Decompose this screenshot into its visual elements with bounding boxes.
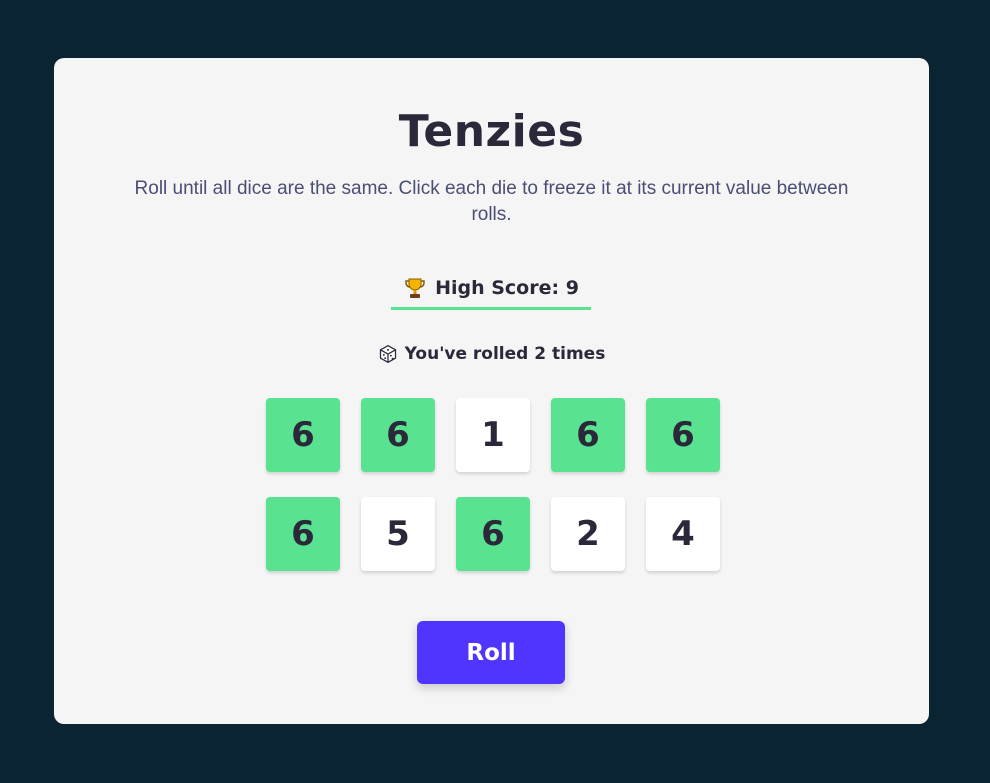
trophy-icon xyxy=(405,278,425,298)
dice-grid: 6 6 1 6 6 6 5 6 2 4 xyxy=(266,398,720,571)
die-10[interactable]: 4 xyxy=(646,497,720,571)
die-7[interactable]: 5 xyxy=(361,497,435,571)
game-card: Tenzies Roll until all dice are the same… xyxy=(54,58,929,724)
die-2[interactable]: 6 xyxy=(361,398,435,472)
instructions-text: Roll until all dice are the same. Click … xyxy=(134,178,849,225)
roll-count: You've rolled 2 times xyxy=(54,344,929,364)
roll-button[interactable]: Roll xyxy=(417,621,565,684)
die-5[interactable]: 6 xyxy=(646,398,720,472)
die-4[interactable]: 6 xyxy=(551,398,625,472)
dice-icon xyxy=(379,345,396,363)
die-1[interactable]: 6 xyxy=(266,398,340,472)
high-score-label: High Score: 9 xyxy=(435,276,579,299)
die-6[interactable]: 6 xyxy=(266,497,340,571)
roll-count-label: You've rolled 2 times xyxy=(404,344,606,364)
page-title: Tenzies xyxy=(398,106,585,157)
high-score: High Score: 9 xyxy=(391,268,591,310)
die-3[interactable]: 1 xyxy=(456,398,530,472)
die-8[interactable]: 6 xyxy=(456,497,530,571)
die-9[interactable]: 2 xyxy=(551,497,625,571)
